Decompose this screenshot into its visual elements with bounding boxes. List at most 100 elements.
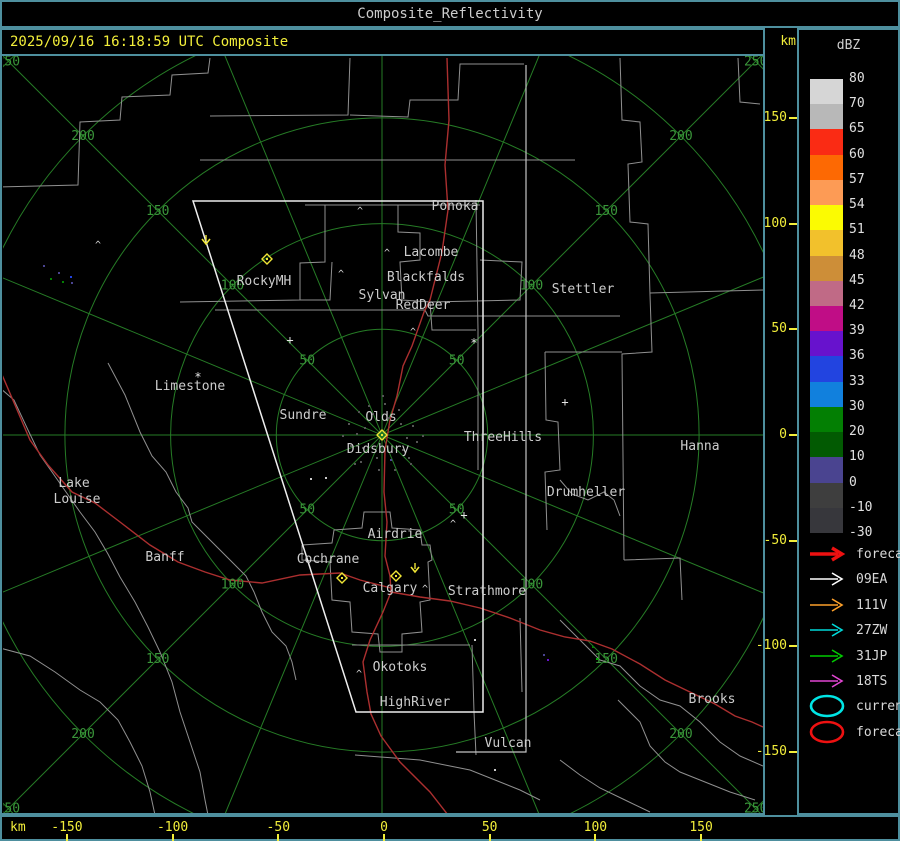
radar-map-canvas[interactable] [3, 56, 762, 813]
bottom-axis-tick-label: -150 [51, 820, 83, 835]
bottom-axis-unit-label: km [10, 820, 26, 835]
right-axis-tick-label: -50 [763, 532, 787, 548]
legend-label: 09EA [856, 572, 888, 588]
dbz-scale-block [810, 104, 843, 130]
right-axis-tick-label: -100 [755, 638, 787, 654]
dbz-scale-block [810, 305, 843, 332]
bottom-axis: km -150 -100 -50 0 50 100 150 [0, 815, 900, 841]
legend-arrow-icon [810, 572, 844, 587]
right-axis-tick-label: 0 [779, 427, 787, 442]
legend-row: forecast [805, 546, 900, 564]
legend-arrow-icon [810, 546, 846, 562]
dbz-scale-value: 57 [849, 171, 865, 187]
dbz-scale-block [810, 406, 843, 433]
right-axis-tick [789, 116, 797, 119]
legend-ellipse-icon [809, 720, 845, 744]
right-axis-tick [789, 434, 797, 436]
dbz-scale-value: 65 [849, 121, 865, 137]
dbz-scale-value: 10 [849, 449, 865, 465]
dbz-scale-value: 20 [849, 424, 865, 440]
legend-label: 27ZW [856, 623, 888, 639]
dbz-scale-value: -10 [849, 499, 873, 515]
dbz-scale-block [810, 457, 843, 483]
bottom-axis-tick-label: -50 [266, 820, 291, 835]
window-title: Composite_Reflectivity [357, 6, 543, 22]
dbz-scale-value: 39 [849, 323, 865, 339]
bottom-axis-tick [700, 834, 703, 841]
legend-label: 31JP [856, 648, 888, 664]
dbz-scale-value: 30 [849, 398, 865, 414]
right-axis-tick [789, 539, 797, 542]
dbz-scale-block [810, 381, 843, 407]
dbz-scale-value: 45 [849, 272, 865, 288]
dbz-scale-block [810, 79, 843, 105]
right-axis-tick-label: 150 [763, 109, 787, 125]
legend-label: current [856, 699, 900, 715]
dbz-scale-block [810, 482, 843, 508]
legend-row: 27ZW [805, 622, 899, 640]
legend-arrow-icon [810, 648, 844, 663]
legend-row: forecast [805, 720, 900, 744]
dbz-scale-value: 51 [849, 222, 865, 238]
dbz-scale-value: 36 [849, 348, 865, 364]
dbz-scale-panel: dBZ 80 70 65 60 57 54 51 48 45 42 39 36 33 30 20 10 0 -10… [797, 28, 900, 815]
bottom-axis-tick-label: 100 [583, 820, 608, 835]
bottom-axis-tick [277, 834, 280, 841]
dbz-scale-value: 0 [849, 474, 857, 490]
dbz-scale-block [810, 331, 843, 357]
dbz-scale-value: 42 [849, 297, 865, 313]
right-axis-unit-label: km [780, 34, 796, 49]
radar-application-window: Composite_Reflectivity 2025/09/16 16:18:… [0, 0, 900, 841]
dbz-scale-block [810, 280, 843, 306]
bottom-axis-tick-label: 0 [380, 820, 388, 835]
legend-row: 09EA [805, 571, 899, 589]
dbz-scale-value: 54 [849, 197, 865, 213]
dbz-scale-block [810, 154, 843, 180]
bottom-axis-tick [65, 834, 68, 841]
bottom-axis-tick-label: 50 [481, 820, 498, 835]
dbz-scale-value: -30 [849, 524, 873, 540]
bottom-axis-tick-label: 150 [689, 820, 713, 835]
legend-label: 18TS [856, 674, 888, 689]
legend-label: forecast [856, 547, 900, 562]
legend-row: current [805, 695, 900, 718]
dbz-scale-block [810, 255, 843, 281]
dbz-scale-block [810, 230, 843, 256]
bottom-axis-tick [488, 834, 491, 841]
dbz-scale-block [810, 356, 843, 382]
right-axis-tick [789, 751, 797, 754]
dbz-scale-block [810, 179, 843, 206]
dbz-scale-value: 33 [849, 373, 865, 389]
legend-row: 31JP [805, 648, 899, 666]
bottom-axis-tick [383, 834, 385, 841]
right-axis-tick-label: 100 [763, 215, 787, 231]
dbz-scale-value: 48 [849, 247, 865, 263]
legend-arrow-icon [810, 623, 844, 637]
legend-label: 111V [856, 597, 888, 613]
dbz-scale-value: 70 [849, 96, 865, 112]
legend-arrow-icon [810, 598, 844, 612]
info-bar: 2025/09/16 16:18:59 UTC Composite [2, 30, 763, 56]
dbz-scale-block [810, 507, 843, 533]
right-axis-tick-label: -150 [755, 744, 787, 760]
title-bar: Composite_Reflectivity [0, 0, 900, 28]
dbz-scale-value: 80 [849, 71, 865, 86]
dbz-scale-block [810, 205, 843, 231]
bottom-axis-tick-label: -100 [156, 820, 189, 835]
legend-ellipse-icon [809, 695, 845, 718]
right-axis-tick-label: 50 [771, 321, 787, 337]
legend-label: forecast [856, 724, 900, 740]
right-axis-tick [789, 328, 797, 331]
dbz-scale-value: 60 [849, 146, 865, 162]
dbz-scale-block [810, 129, 843, 155]
legend-arrow-icon [810, 674, 844, 688]
dbz-scale-title: dBZ [836, 38, 861, 53]
right-axis-tick [789, 222, 797, 225]
legend-row: 18TS [805, 673, 899, 691]
timestamp-label: 2025/09/16 16:18:59 UTC Composite [10, 34, 289, 50]
dbz-scale-block [810, 432, 843, 458]
right-axis-tick [789, 645, 797, 648]
bottom-axis-tick [594, 834, 597, 841]
bottom-axis-tick [171, 834, 174, 841]
legend-row: 111V [805, 597, 899, 615]
